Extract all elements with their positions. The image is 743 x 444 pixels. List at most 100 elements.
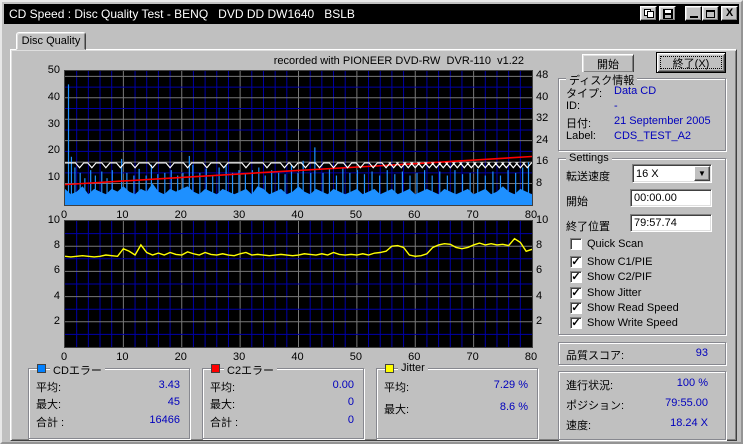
start-pos-value: 00:00.00 bbox=[634, 192, 677, 204]
tick-label: 50 bbox=[349, 209, 362, 221]
checkbox-show-read-speed[interactable]: ✓ Show Read Speed bbox=[570, 302, 679, 314]
start-pos-input[interactable]: 00:00.00 bbox=[630, 189, 712, 207]
tick-label: 20 bbox=[174, 351, 187, 363]
tick-label: 10 bbox=[116, 351, 129, 363]
end-pos-label: 終了位置 bbox=[566, 221, 610, 233]
cd-total-label: 合計 : bbox=[36, 417, 65, 429]
jitter-legend-swatch bbox=[385, 364, 394, 373]
tick-label: 30 bbox=[47, 117, 60, 130]
tick-label: 10 bbox=[116, 209, 129, 221]
checkbox-label: Show C1/PIE bbox=[587, 256, 653, 268]
progress-value: 100 % bbox=[676, 377, 708, 389]
disc-label-label: Label: bbox=[566, 130, 596, 142]
tick-label: 20 bbox=[47, 144, 60, 157]
tick-label: 2 bbox=[536, 314, 543, 327]
save-icon[interactable] bbox=[659, 6, 676, 21]
tick-label: 4 bbox=[536, 289, 543, 302]
tick-label: 8 bbox=[536, 239, 543, 252]
checkbox-box: ✓ bbox=[570, 238, 582, 250]
score-value: 93 bbox=[695, 347, 708, 359]
c2-errors-title: C2エラー bbox=[224, 362, 278, 378]
tick-label: 80 bbox=[524, 351, 538, 363]
tick-label: 50 bbox=[47, 64, 60, 76]
exit-button[interactable]: 終了(X) bbox=[656, 52, 726, 73]
c1-errors-and-speed-chart bbox=[64, 70, 533, 206]
speed-combobox[interactable]: 16 X ▼ bbox=[632, 164, 712, 183]
exit-button-label: 終了(X) bbox=[672, 57, 710, 70]
checkbox-label: Show Write Speed bbox=[587, 317, 678, 329]
cd-total-value: 16466 bbox=[149, 414, 180, 426]
tick-label: 40 bbox=[291, 209, 304, 221]
jitter-max-label: 最大: bbox=[384, 404, 410, 416]
tick-label: 16 bbox=[536, 155, 549, 168]
score-label: 品質スコア: bbox=[566, 350, 625, 362]
c1-legend-swatch bbox=[37, 364, 46, 373]
cd-avg-value: 3.43 bbox=[158, 379, 180, 391]
tick-label: 8 bbox=[53, 239, 60, 252]
c2-avg-label: 平均: bbox=[210, 382, 236, 394]
c1-errors-and-speed-svg bbox=[64, 71, 533, 205]
minimize-button[interactable] bbox=[685, 6, 702, 21]
disc-date-label: 日付: bbox=[566, 118, 592, 130]
tick-label: 70 bbox=[466, 351, 479, 363]
tick-label: 0 bbox=[60, 351, 68, 363]
tab-disc-quality[interactable]: Disc Quality bbox=[16, 32, 86, 50]
tab-label: Disc Quality bbox=[21, 35, 81, 47]
maximize-icon bbox=[706, 9, 715, 18]
c2-max-label: 最大: bbox=[210, 399, 236, 411]
checkbox-show-jitter[interactable]: ✓ Show Jitter bbox=[570, 287, 641, 299]
checkbox-label: Show Jitter bbox=[587, 287, 642, 299]
title-bar: CD Speed : Disc Quality Test - BENQ DVD … bbox=[4, 4, 739, 24]
tick-label: 40 bbox=[47, 90, 60, 103]
speed-value: 16 X bbox=[636, 167, 659, 180]
checkbox-show-write-speed[interactable]: ✓ Show Write Speed bbox=[570, 317, 678, 329]
c2-legend-swatch bbox=[211, 364, 220, 373]
jitter-avg-value: 7.29 % bbox=[493, 379, 528, 391]
settings-title: Settings bbox=[566, 152, 612, 164]
progress-label: 進行状況: bbox=[566, 380, 614, 392]
tick-label: 70 bbox=[466, 209, 479, 221]
close-button[interactable]: X bbox=[721, 6, 738, 21]
tick-label: 10 bbox=[47, 214, 60, 226]
tick-label: 10 bbox=[536, 214, 549, 226]
tick-label: 24 bbox=[536, 133, 549, 146]
tick-label: 60 bbox=[408, 351, 421, 363]
speed-current-value: 18.24 X bbox=[670, 417, 708, 429]
checkbox-show-c2-pif[interactable]: ✓ Show C2/PIF bbox=[570, 271, 652, 283]
save-icon bbox=[662, 8, 673, 19]
checkbox-show-c1-pie[interactable]: ✓ Show C1/PIE bbox=[570, 256, 652, 268]
checkbox-box: ✓ bbox=[570, 302, 582, 314]
maximize-button[interactable] bbox=[702, 6, 719, 21]
tick-label: 2 bbox=[53, 314, 60, 327]
cd-max-label: 最大: bbox=[36, 399, 62, 411]
app-window: CD Speed : Disc Quality Test - BENQ DVD … bbox=[0, 0, 743, 444]
tick-label: 6 bbox=[53, 264, 60, 277]
cd-errors-title: CDエラー bbox=[50, 362, 105, 378]
checkbox-label: Show C2/PIF bbox=[587, 271, 652, 283]
end-pos-value: 79:57.74 bbox=[634, 217, 677, 229]
checkbox-box: ✓ bbox=[570, 271, 582, 283]
disc-id-label: ID: bbox=[566, 100, 581, 112]
start-button[interactable]: 開始 bbox=[582, 54, 634, 73]
close-icon: X bbox=[725, 7, 734, 19]
checkbox-quick-scan[interactable]: ✓ Quick Scan bbox=[570, 238, 643, 250]
tick-label: 60 bbox=[408, 209, 421, 221]
checkbox-label: Quick Scan bbox=[587, 238, 644, 250]
checkbox-box: ✓ bbox=[570, 317, 582, 329]
disc-id-value: - bbox=[614, 100, 618, 112]
disc-type-label: タイプ: bbox=[566, 88, 603, 100]
c2-avg-value: 0.00 bbox=[332, 379, 354, 391]
chevron-down-icon[interactable]: ▼ bbox=[694, 166, 710, 181]
end-pos-input[interactable]: 79:57.74 bbox=[630, 214, 712, 232]
jitter-title: Jitter bbox=[398, 362, 428, 374]
c2-max-value: 0 bbox=[347, 396, 354, 408]
copy-icon[interactable] bbox=[640, 6, 657, 21]
disc-date-value: 21 September 2005 bbox=[614, 115, 711, 127]
recorded-with-text: recorded with PIONEER DVD-RW DVR-110 v1.… bbox=[273, 55, 524, 67]
tick-label: 10 bbox=[47, 171, 60, 184]
speed-label: 転送速度 bbox=[566, 171, 610, 183]
checkbox-label: Show Read Speed bbox=[587, 302, 679, 314]
checkbox-box: ✓ bbox=[570, 287, 582, 299]
jitter-chart bbox=[64, 220, 533, 348]
tick-label: 8 bbox=[536, 176, 543, 189]
